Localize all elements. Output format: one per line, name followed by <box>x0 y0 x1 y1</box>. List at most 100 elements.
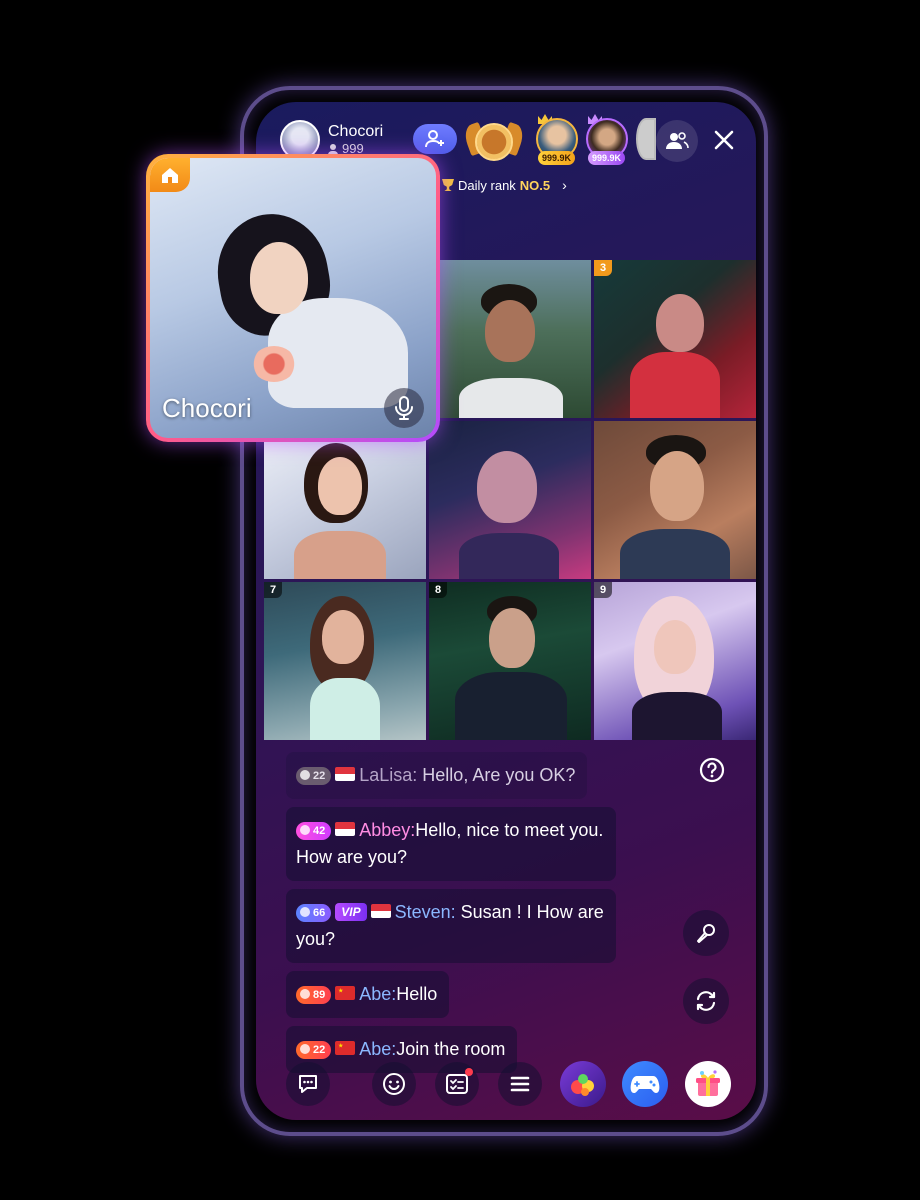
menu-button[interactable] <box>498 1062 542 1106</box>
host-mic-button[interactable] <box>384 388 424 428</box>
guest-face <box>654 620 696 674</box>
chat-messages: 22 LaLisa: Hello, Are you OK? 42 Abbey: Hel… <box>286 752 626 1081</box>
chat-button[interactable] <box>286 1062 330 1106</box>
daily-rank-label: Daily rank <box>458 177 516 193</box>
host-video[interactable]: Chocori <box>150 158 436 438</box>
flower-icon <box>300 825 310 835</box>
guest-seat-3[interactable]: 3 <box>594 260 756 418</box>
top-viewer-avatar-3[interactable] <box>636 118 656 160</box>
level-badge: 89 <box>296 986 332 1004</box>
gift-button[interactable] <box>685 1061 731 1107</box>
home-badge <box>150 158 190 192</box>
microphone-icon <box>395 396 413 420</box>
chat-username[interactable]: Abe: <box>359 984 396 1004</box>
guest-top <box>632 692 722 740</box>
chat-username[interactable]: Steven: <box>395 902 456 922</box>
bottom-toolbar <box>256 1060 756 1110</box>
add-user-icon <box>425 130 444 148</box>
task-button[interactable] <box>435 1062 479 1106</box>
daily-rank-value: NO.5 <box>519 177 551 193</box>
guest-shirt <box>459 378 563 418</box>
fruit-game-icon <box>571 1074 594 1096</box>
guest-shoulders <box>459 533 559 579</box>
seat-number: 7 <box>264 582 282 598</box>
chat-text: Join the room <box>396 1039 506 1059</box>
guest-suit <box>455 672 567 740</box>
guest-face <box>656 294 704 352</box>
refresh-icon <box>696 991 716 1011</box>
guest-shirt <box>620 529 730 579</box>
host-face <box>250 242 308 314</box>
seat-number: 3 <box>594 260 612 276</box>
help-button[interactable] <box>696 754 728 786</box>
guest-seat-7[interactable]: 7 <box>264 582 426 740</box>
moon-icon <box>300 1044 310 1054</box>
flag-icon <box>370 904 391 918</box>
home-icon <box>162 168 178 183</box>
chat-message[interactable]: 89 Abe:Hello <box>286 971 450 1018</box>
guest-face <box>650 451 704 521</box>
user-icon <box>328 143 338 155</box>
menu-icon <box>510 1076 530 1092</box>
flag-icon <box>335 767 356 781</box>
flag-icon <box>335 986 356 1000</box>
guest-face <box>322 610 364 664</box>
top-viewer-score-1: 999.9K <box>538 151 576 165</box>
vip-badge: VIP <box>335 903 367 921</box>
gift-box-icon <box>696 1070 720 1096</box>
karaoke-button[interactable] <box>683 910 729 956</box>
diamond-icon <box>300 907 310 917</box>
seat-number: 9 <box>594 582 612 598</box>
guest-seat-9[interactable]: 9 <box>594 582 756 740</box>
follow-button[interactable] <box>413 124 457 154</box>
chat-message[interactable]: 42 Abbey:Hello, nice to meet you. How are… <box>286 807 616 881</box>
chat-message[interactable]: 66 VIP Steven: Susan ! I How are you? <box>286 889 616 963</box>
guest-shoulders <box>294 531 386 579</box>
help-icon <box>699 757 725 783</box>
chat-text: Hello <box>396 984 438 1004</box>
guest-seat-2[interactable] <box>429 260 591 418</box>
level-badge: 66 <box>296 904 332 922</box>
host-name: Chocori <box>328 123 384 140</box>
chat-username[interactable]: Abbey: <box>359 820 415 840</box>
host-flower <box>252 346 296 382</box>
guest-seat-6[interactable] <box>594 421 756 579</box>
close-button[interactable] <box>708 124 740 156</box>
guest-face <box>489 608 535 668</box>
moon-icon <box>300 770 310 780</box>
fruit-game-button[interactable] <box>560 1061 606 1107</box>
guest-face <box>477 451 537 523</box>
guest-face <box>485 300 535 362</box>
users-icon <box>666 132 689 149</box>
chat-text: Hello, Are you OK? <box>417 765 576 785</box>
daily-rank-link[interactable]: Daily rank NO.5 › <box>442 176 567 194</box>
heart-icon <box>300 989 310 999</box>
top-viewer-score-2: 999.9K <box>588 151 626 165</box>
chat-username[interactable]: Abe: <box>359 1039 396 1059</box>
guest-seat-8[interactable]: 8 <box>429 582 591 740</box>
flag-icon <box>335 822 356 836</box>
refresh-button[interactable] <box>683 978 729 1024</box>
medal-icon <box>475 123 513 161</box>
seat-number: 8 <box>429 582 447 598</box>
guest-top <box>310 678 380 740</box>
host-video-card[interactable]: Chocori <box>146 154 440 442</box>
close-icon <box>714 130 734 150</box>
guest-seat-4[interactable] <box>264 421 426 579</box>
emoji-button[interactable] <box>372 1062 416 1106</box>
guest-face <box>318 457 362 515</box>
guest-seat-5[interactable] <box>429 421 591 579</box>
rank-medal-badge[interactable] <box>461 116 527 168</box>
guest-top <box>630 352 720 418</box>
host-card-name: Chocori <box>162 393 252 423</box>
online-users-button[interactable] <box>656 120 698 162</box>
chat-message[interactable]: 22 LaLisa: Hello, Are you OK? <box>286 752 588 799</box>
task-list-icon <box>446 1074 468 1094</box>
level-badge: 42 <box>296 822 332 840</box>
chat-username[interactable]: LaLisa: <box>359 765 417 785</box>
trophy-icon <box>442 179 454 191</box>
level-badge: 22 <box>296 767 332 785</box>
game-button[interactable] <box>622 1061 668 1107</box>
notification-dot <box>465 1068 473 1076</box>
karaoke-mic-icon <box>697 924 715 943</box>
